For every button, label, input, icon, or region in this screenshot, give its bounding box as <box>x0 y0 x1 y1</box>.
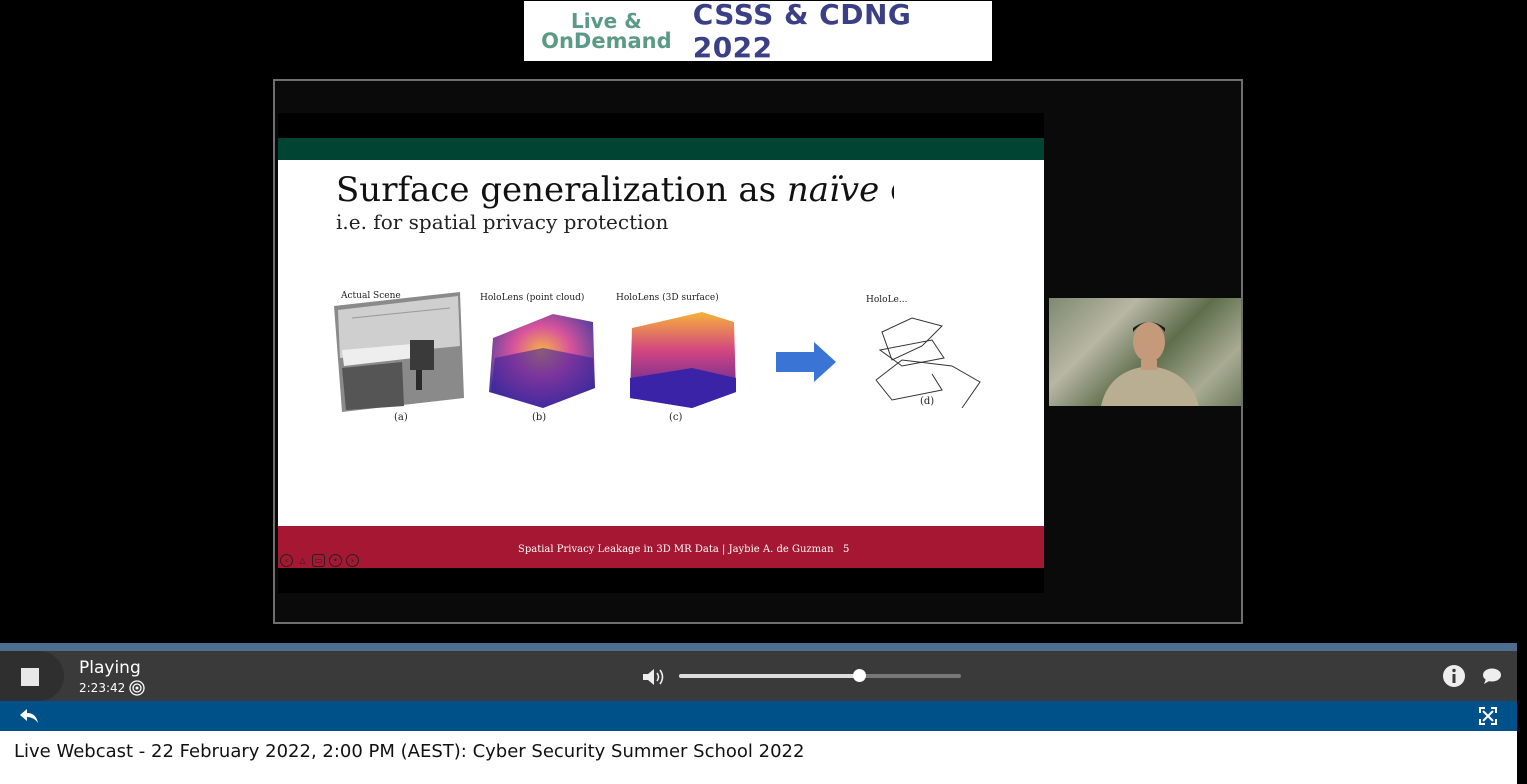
slide-next-icon: › <box>346 554 359 567</box>
slide-title: Surface generalization as naïve defe <box>336 170 894 210</box>
planes-sketch-image <box>875 317 981 409</box>
presenter-figure <box>1101 322 1199 406</box>
live-ondemand-logo: Live & OnDemand <box>524 9 689 53</box>
slide-content: Surface generalization as naïve defe i.e… <box>278 160 1044 526</box>
playback-status: Playing <box>79 658 141 678</box>
slide-more-icon: • <box>329 554 342 567</box>
slide-cc-icon: ▭ <box>312 554 325 567</box>
event-banner: Live & OnDemand CSSS & CDNG 2022 <box>524 0 992 64</box>
live-signal-icon <box>129 680 145 696</box>
figure-b-label: HoloLens (point cloud) <box>480 293 585 303</box>
volume-slider-handle[interactable] <box>853 669 867 682</box>
volume-icon[interactable] <box>641 666 667 688</box>
point-cloud-image <box>489 314 595 408</box>
slide-page-number: 5 <box>843 544 850 555</box>
slide-pointer-icon: △ <box>299 556 306 565</box>
figure-d-label: HoloLe... <box>866 295 908 305</box>
figure-c-caption: (c) <box>669 412 683 423</box>
video-stage[interactable]: Surface generalization as naïve defe i.e… <box>273 79 1243 624</box>
presentation-slide: Surface generalization as naïve defe i.e… <box>278 113 1044 593</box>
slide-top-band <box>278 138 1044 160</box>
slide-prev-icon: ‹ <box>280 554 293 567</box>
presenter-webcam <box>1049 298 1241 406</box>
figure-c-label: HoloLens (3D surface) <box>616 293 719 303</box>
figure-b-caption: (b) <box>532 412 547 423</box>
3d-surface-image <box>630 312 736 408</box>
info-icon[interactable] <box>1442 664 1466 688</box>
logo-line1: Live & <box>571 9 642 33</box>
playback-progress-bar[interactable] <box>0 643 1517 651</box>
back-arrow-icon[interactable] <box>18 707 40 725</box>
fullscreen-icon[interactable] <box>1478 706 1498 726</box>
volume-slider[interactable] <box>679 669 961 682</box>
logo-line2: OnDemand <box>541 29 672 53</box>
chat-icon[interactable] <box>1482 667 1502 685</box>
figure-a-caption: (a) <box>394 412 408 423</box>
player-controls: Playing 2:23:42 <box>0 651 1517 701</box>
figure-d-caption: (d) <box>920 396 935 407</box>
actual-scene-photo <box>334 292 464 412</box>
stop-button-container <box>0 651 64 701</box>
slide-footer-band: Spatial Privacy Leakage in 3D MR Data | … <box>278 526 1044 568</box>
volume-slider-fill <box>679 674 860 678</box>
stop-button[interactable] <box>21 668 39 686</box>
right-arrow-icon <box>776 342 836 382</box>
event-title: CSSS & CDNG 2022 <box>692 0 912 64</box>
playback-time: 2:23:42 <box>79 681 126 695</box>
slide-footer-text: Spatial Privacy Leakage in 3D MR Data | … <box>518 544 834 555</box>
webcast-title: Live Webcast - 22 February 2022, 2:00 PM… <box>14 741 805 762</box>
webcast-info-panel: Live Webcast - 22 February 2022, 2:00 PM… <box>0 731 1517 784</box>
navigation-bar <box>0 701 1517 731</box>
slide-subtitle: i.e. for spatial privacy protection <box>336 210 669 234</box>
